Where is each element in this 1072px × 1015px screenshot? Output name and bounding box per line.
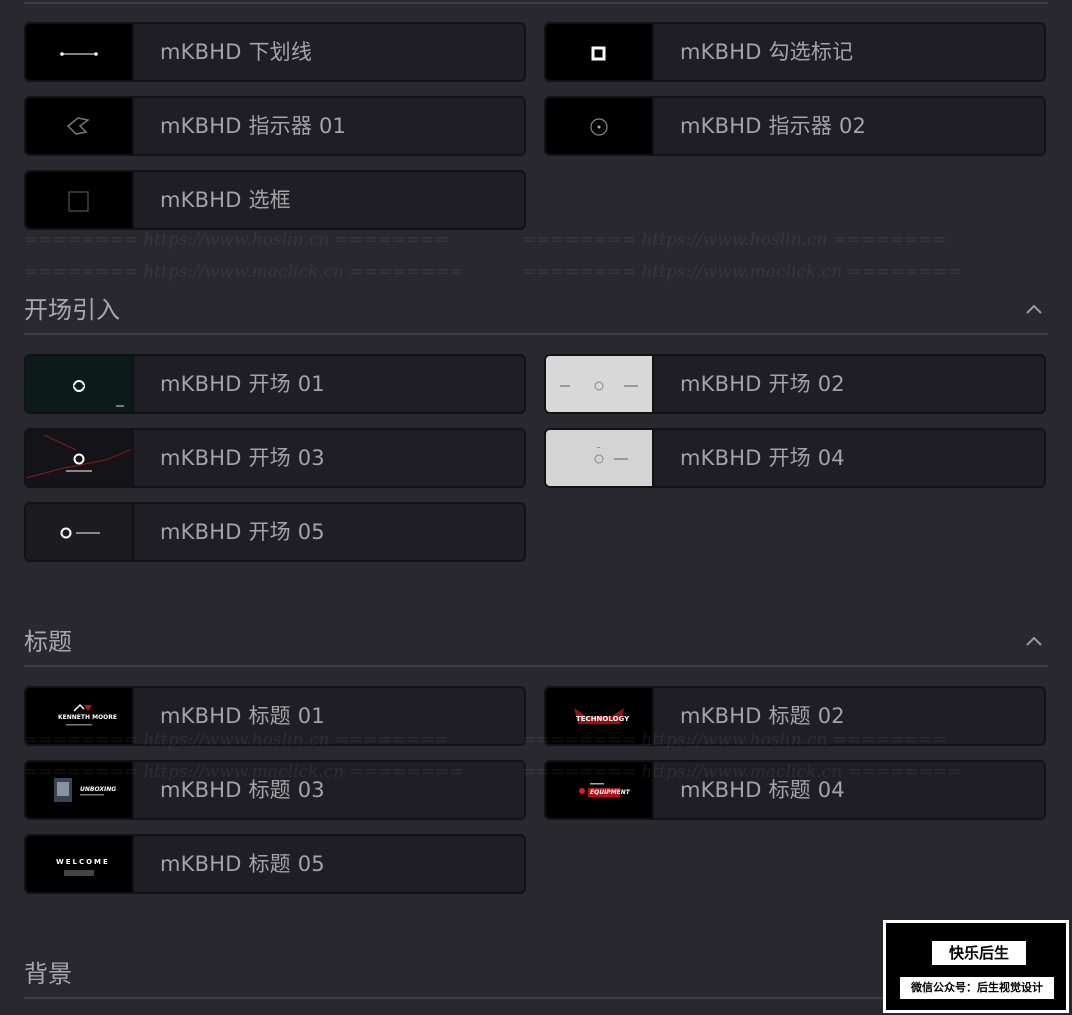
watermark: ======== https://www.hoslin.cn ========: [522, 730, 947, 750]
chevron-up-icon[interactable]: [1024, 632, 1044, 652]
watermark: ======== https://www.hoslin.cn ========: [24, 230, 449, 250]
chevron-up-icon[interactable]: [1024, 300, 1044, 320]
opener1-thumbnail: [26, 356, 134, 412]
watermark: ======== https://www.maclick.cn ========: [24, 262, 464, 282]
opener3-thumbnail: [26, 430, 134, 486]
item-label: mKBHD 选框: [160, 188, 291, 212]
preset-opener-05[interactable]: mKBHD 开场 05: [24, 502, 526, 562]
section-divider: [24, 333, 1048, 335]
watermark-badge: 快乐后生 微信公众号：后生视觉设计: [883, 920, 1069, 1013]
indicator1-thumbnail: [26, 98, 134, 154]
opener4-thumbnail: [546, 430, 654, 486]
underline-thumbnail: [26, 24, 134, 80]
item-label: mKBHD 下划线: [160, 40, 313, 64]
watermark: ======== https://www.maclick.cn ========: [522, 762, 962, 782]
indicator2-thumbnail: [546, 98, 654, 154]
preset-title-05[interactable]: WELCOME mKBHD 标题 05: [24, 834, 526, 894]
opener-logo-icon: [26, 434, 131, 479]
watermark: ======== https://www.maclick.cn ========: [24, 762, 464, 782]
watermark: ======== https://www.hoslin.cn ========: [24, 730, 449, 750]
preset-indicator-02[interactable]: mKBHD 指示器 02: [544, 96, 1046, 156]
thumbnail-text: WELCOME: [56, 858, 110, 866]
preset-opener-02[interactable]: mKBHD 开场 02: [544, 354, 1046, 414]
item-label: mKBHD 指示器 01: [160, 114, 347, 138]
section-title: 标题: [24, 628, 72, 656]
section-divider: [24, 665, 1048, 667]
section-header-opener[interactable]: 开场引入: [24, 290, 1048, 330]
preset-underline[interactable]: mKBHD 下划线: [24, 22, 526, 82]
section-title: 背景: [24, 960, 72, 988]
cursor-arrow-icon: [66, 117, 90, 135]
item-label: mKBHD 标题 05: [160, 852, 325, 876]
item-label: mKBHD 开场 04: [680, 446, 845, 470]
thumbnail-text: EQUIPMENT: [590, 789, 630, 796]
item-label: mKBHD 勾选标记: [680, 40, 854, 64]
thumbnail-text: UNBOXING: [80, 786, 117, 793]
item-label: mKBHD 指示器 02: [680, 114, 867, 138]
underline-icon: [60, 52, 98, 56]
item-label: mKBHD 开场 01: [160, 372, 325, 396]
opener-logo-icon: [560, 381, 638, 391]
box-thumbnail: [26, 172, 134, 228]
checkmark-thumbnail: [546, 24, 654, 80]
badge-title: 快乐后生: [932, 941, 1026, 965]
badge-subtitle: 微信公众号：后生视觉设计: [900, 977, 1054, 999]
target-circle-icon: [590, 118, 608, 136]
item-label: mKBHD 开场 02: [680, 372, 845, 396]
watermark: ======== https://www.hoslin.cn ========: [522, 230, 947, 250]
preset-box[interactable]: mKBHD 选框: [24, 170, 526, 230]
opener2-thumbnail: [546, 356, 654, 412]
opener-logo-icon: [73, 380, 124, 407]
title5-thumbnail: WELCOME: [26, 836, 134, 892]
square-outline-icon: [68, 191, 89, 212]
checkbox-square-icon: [591, 46, 606, 61]
preset-opener-04[interactable]: mKBHD 开场 04: [544, 428, 1046, 488]
top-divider: [24, 2, 1048, 4]
preset-indicator-01[interactable]: mKBHD 指示器 01: [24, 96, 526, 156]
preset-opener-01[interactable]: mKBHD 开场 01: [24, 354, 526, 414]
item-label: mKBHD 开场 05: [160, 520, 325, 544]
section-header-titles[interactable]: 标题: [24, 622, 1048, 662]
section-title: 开场引入: [24, 296, 120, 324]
thumbnail-text: KENNETH MOORE: [58, 714, 117, 721]
opener5-thumbnail: [26, 504, 134, 560]
watermark: ======== https://www.maclick.cn ========: [522, 262, 962, 282]
preset-checkmark[interactable]: mKBHD 勾选标记: [544, 22, 1046, 82]
thumbnail-text: TECHNOLOGY: [576, 715, 630, 723]
opener-logo-icon: [60, 527, 100, 539]
item-label: mKBHD 开场 03: [160, 446, 325, 470]
preset-opener-03[interactable]: mKBHD 开场 03: [24, 428, 526, 488]
opener-logo-icon: [594, 447, 628, 464]
